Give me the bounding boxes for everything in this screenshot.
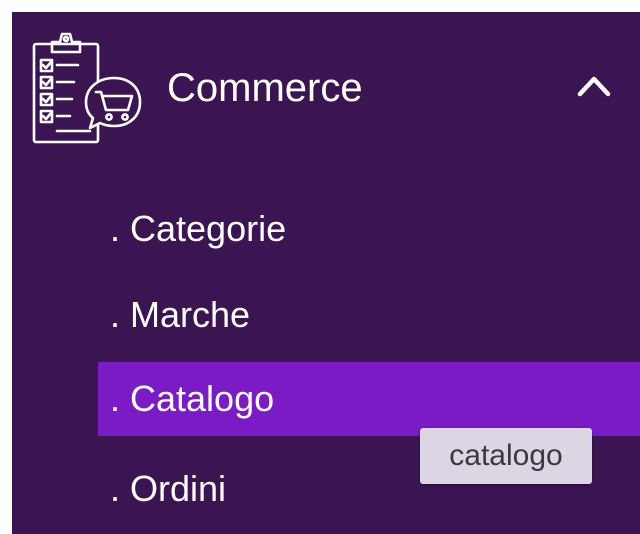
chevron-up-icon[interactable]	[574, 70, 614, 100]
menu-item-categorie[interactable]: . Categorie	[98, 192, 640, 266]
page: Commerce . Categorie . Marche . Catalogo…	[0, 0, 640, 534]
menu-item-catalogo[interactable]: . Catalogo	[98, 362, 640, 436]
section-title: Commerce	[167, 66, 363, 110]
tooltip: catalogo	[420, 428, 592, 484]
menu-item-label: . Categorie	[110, 208, 287, 249]
commerce-section-header[interactable]: Commerce	[12, 12, 640, 162]
menu-item-label: . Catalogo	[110, 378, 275, 419]
menu-item-marche[interactable]: . Marche	[98, 278, 640, 352]
menu-item-label: . Marche	[110, 294, 251, 335]
clipboard-cart-icon	[30, 30, 142, 148]
menu-item-label: . Ordini	[110, 468, 227, 509]
